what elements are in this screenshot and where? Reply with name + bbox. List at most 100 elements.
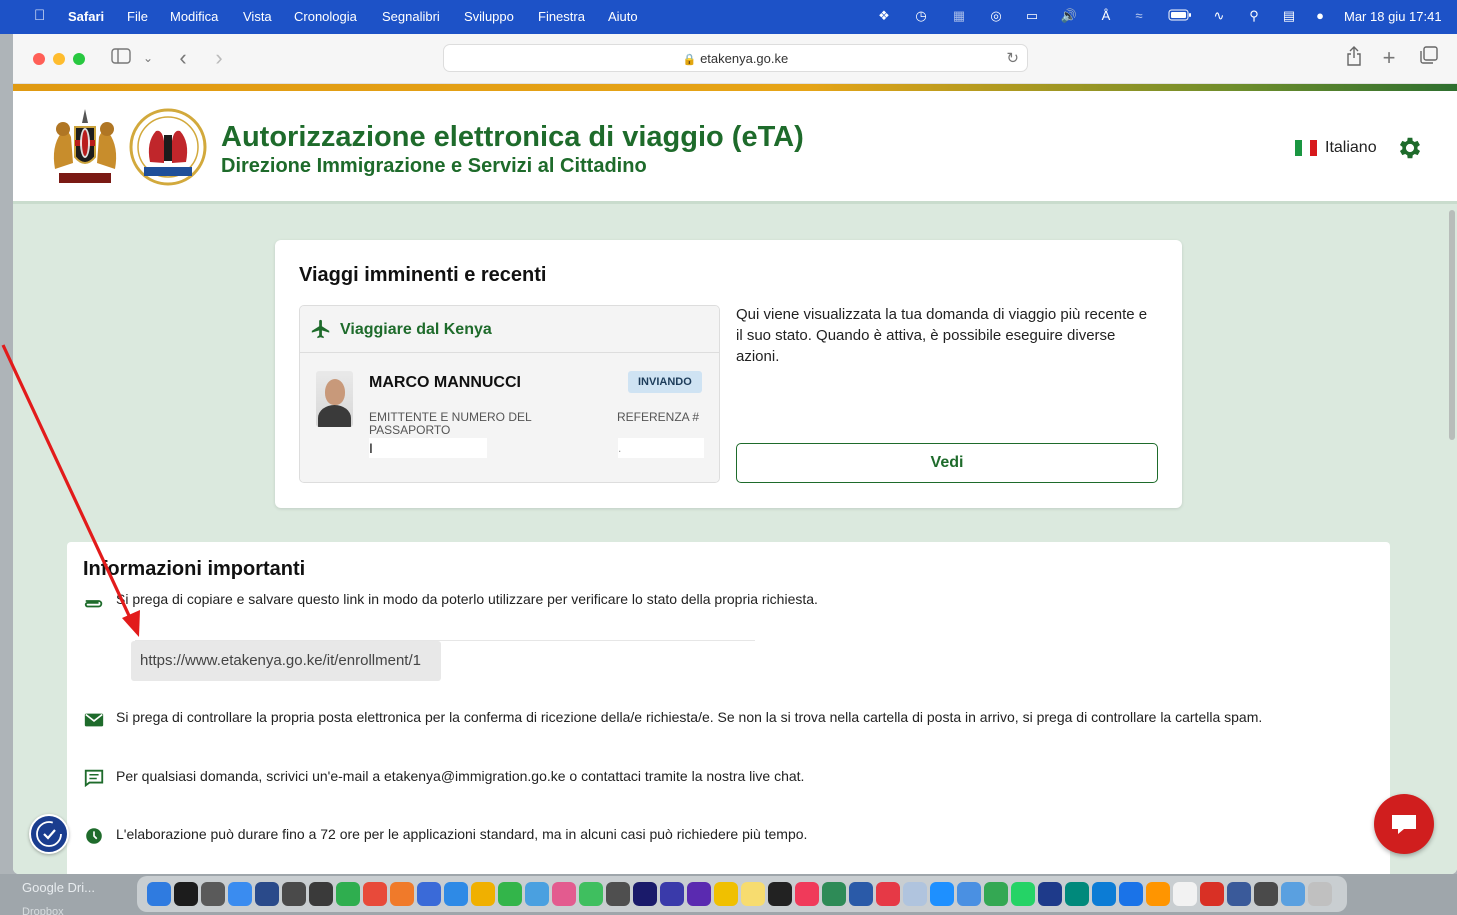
- dock-app-icon[interactable]: [957, 882, 981, 906]
- address-url: 🔒 etakenya.go.ke: [444, 51, 1027, 66]
- menu-file[interactable]: File: [127, 9, 148, 24]
- passport-issuer-label: EMITTENTE E NUMERO DEL PASSAPORTO: [369, 410, 532, 437]
- siri-icon[interactable]: ●: [1311, 8, 1329, 24]
- applicant-photo: [316, 371, 353, 427]
- dock-app-icon[interactable]: [417, 882, 441, 906]
- sidebar-toggle-icon[interactable]: [109, 46, 133, 70]
- activity-icon[interactable]: ≈: [1130, 8, 1148, 24]
- dock-app-icon[interactable]: [174, 882, 198, 906]
- forward-button[interactable]: ›: [209, 46, 229, 70]
- dock-app-icon[interactable]: [768, 882, 792, 906]
- menu-segnalibri[interactable]: Segnalibri: [382, 9, 440, 24]
- dock-app-icon[interactable]: [903, 882, 927, 906]
- dock-app-icon[interactable]: [1065, 882, 1089, 906]
- airplane-icon: [311, 319, 330, 339]
- dock-app-icon[interactable]: [525, 882, 549, 906]
- screen-mirroring-icon[interactable]: ▭: [1023, 8, 1041, 24]
- dock-app-icon[interactable]: [660, 882, 684, 906]
- dock-app-icon[interactable]: [984, 882, 1008, 906]
- dock-app-icon[interactable]: [228, 882, 252, 906]
- stage-manager-icon[interactable]: ▦: [950, 8, 968, 24]
- gear-icon[interactable]: [1396, 134, 1424, 162]
- airdrop-icon[interactable]: ◎: [987, 8, 1005, 24]
- dock-app-icon[interactable]: [930, 882, 954, 906]
- close-window-button[interactable]: [33, 53, 45, 65]
- dock-app-icon[interactable]: [309, 882, 333, 906]
- dock-app-icon[interactable]: [390, 882, 414, 906]
- dock-app-icon[interactable]: [147, 882, 171, 906]
- dock-app-icon[interactable]: [552, 882, 576, 906]
- page-scrollbar[interactable]: [1449, 210, 1455, 440]
- dock-app-icon[interactable]: [579, 882, 603, 906]
- dock-app-icon[interactable]: [363, 882, 387, 906]
- wifi-icon[interactable]: ∿: [1210, 8, 1228, 24]
- dropbox-icon[interactable]: ❖: [875, 8, 893, 24]
- dock-app-icon[interactable]: [1092, 882, 1116, 906]
- dock-app-icon[interactable]: [1011, 882, 1035, 906]
- address-bar[interactable]: 🔒 etakenya.go.ke ↻: [443, 44, 1028, 72]
- dock-app-icon[interactable]: [687, 882, 711, 906]
- menu-modifica[interactable]: Modifica: [170, 9, 218, 24]
- dock-app-icon[interactable]: [471, 882, 495, 906]
- menu-finestra[interactable]: Finestra: [538, 9, 585, 24]
- dock-app-icon[interactable]: [606, 882, 630, 906]
- menu-vista[interactable]: Vista: [243, 9, 272, 24]
- dock-app-icon[interactable]: [255, 882, 279, 906]
- view-trip-button[interactable]: Vedi: [736, 443, 1158, 483]
- time-machine-icon[interactable]: ◷: [912, 8, 930, 24]
- dock-app-icon[interactable]: [336, 882, 360, 906]
- dock-app-icon[interactable]: [498, 882, 522, 906]
- apple-menu-icon[interactable]: : [34, 7, 45, 24]
- dock-app-icon[interactable]: [1038, 882, 1062, 906]
- menu-aiuto[interactable]: Aiuto: [608, 9, 638, 24]
- live-chat-button[interactable]: [1374, 794, 1434, 854]
- volume-icon[interactable]: 🔊: [1060, 8, 1078, 24]
- menu-clock[interactable]: Mar 18 giu 17:41: [1344, 9, 1442, 24]
- dock-app-icon[interactable]: [201, 882, 225, 906]
- dock-app-icon[interactable]: [876, 882, 900, 906]
- dock-app-icon[interactable]: [282, 882, 306, 906]
- dock-app-icon[interactable]: [444, 882, 468, 906]
- language-selector[interactable]: Italiano: [1295, 139, 1377, 157]
- spotlight-search-icon[interactable]: ⚲: [1245, 8, 1263, 24]
- italy-flag-icon: [1295, 140, 1317, 156]
- menu-sviluppo[interactable]: Sviluppo: [464, 9, 514, 24]
- chevron-down-icon[interactable]: ⌄: [141, 46, 155, 70]
- back-button[interactable]: ‹: [173, 46, 193, 70]
- browser-toolbar: ⌄ ‹ › 🔒 etakenya.go.ke ↻ +: [13, 34, 1457, 84]
- dock-app-icon[interactable]: [1173, 882, 1197, 906]
- control-center-icon[interactable]: ▤: [1280, 8, 1298, 24]
- minimize-window-button[interactable]: [53, 53, 65, 65]
- bluetooth-icon[interactable]: Å: [1097, 8, 1115, 24]
- dock-app-icon[interactable]: [822, 882, 846, 906]
- new-tab-icon[interactable]: +: [1378, 46, 1400, 70]
- kenya-immigration-seal-logo[interactable]: [128, 107, 208, 187]
- share-icon[interactable]: [1343, 46, 1365, 70]
- dock-app-icon[interactable]: [795, 882, 819, 906]
- menu-cronologia[interactable]: Cronologia: [294, 9, 357, 24]
- dock-app-icon[interactable]: [1146, 882, 1170, 906]
- battery-icon[interactable]: [1167, 8, 1193, 24]
- dock-app-icon[interactable]: [714, 882, 738, 906]
- enrollment-link-field[interactable]: https://www.etakenya.go.ke/it/enrollment…: [131, 641, 441, 681]
- dock-app-icon[interactable]: [1119, 882, 1143, 906]
- dock-app-icon[interactable]: [1227, 882, 1251, 906]
- menu-app-name[interactable]: Safari: [68, 9, 104, 24]
- site-header: Autorizzazione elettronica di viaggio (e…: [13, 91, 1457, 204]
- sidebar-item-dropbox[interactable]: Dropbox: [22, 906, 64, 915]
- zoom-window-button[interactable]: [73, 53, 85, 65]
- dock-app-icon[interactable]: [1308, 882, 1332, 906]
- sidebar-item-google-drive[interactable]: Google Dri...: [22, 880, 95, 895]
- dock-app-icon[interactable]: [1254, 882, 1278, 906]
- dock-app-icon[interactable]: [741, 882, 765, 906]
- clock-icon: [86, 828, 102, 844]
- dock-app-icon[interactable]: [1281, 882, 1305, 906]
- kenya-coat-of-arms-logo[interactable]: [45, 107, 125, 187]
- accessibility-button[interactable]: [29, 814, 69, 854]
- language-label: Italiano: [1325, 139, 1377, 156]
- dock-app-icon[interactable]: [849, 882, 873, 906]
- reload-icon[interactable]: ↻: [1006, 49, 1019, 67]
- tab-overview-icon[interactable]: [1418, 46, 1440, 70]
- dock-app-icon[interactable]: [633, 882, 657, 906]
- dock-app-icon[interactable]: [1200, 882, 1224, 906]
